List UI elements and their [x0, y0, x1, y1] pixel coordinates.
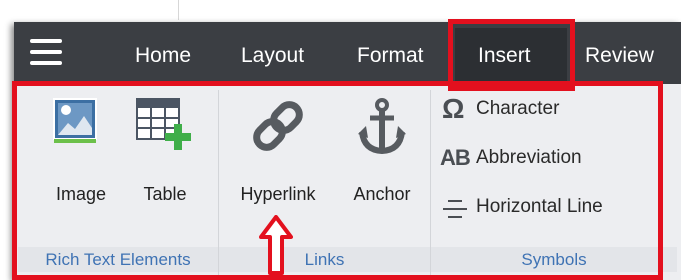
group-label-symbols: Symbols	[521, 250, 587, 269]
anchor-label: Anchor	[353, 184, 411, 204]
image-button[interactable]: Image	[48, 98, 114, 208]
link-icon	[253, 101, 303, 151]
divider	[178, 0, 179, 20]
group-label-links: Links	[304, 250, 345, 269]
horizontal-line-icon	[443, 200, 467, 218]
top-strip	[0, 0, 681, 22]
tab-bar: Home Layout Format Insert Review	[14, 22, 681, 84]
tab-format[interactable]: Format	[357, 42, 424, 70]
omega-icon: Ω	[442, 93, 465, 124]
character-button[interactable]: Ω Character	[440, 93, 640, 124]
hamburger-menu-icon[interactable]	[30, 39, 62, 65]
group-divider	[430, 90, 431, 276]
tab-review[interactable]: Review	[585, 42, 654, 70]
table-button[interactable]: Table	[132, 98, 198, 208]
group-divider	[218, 90, 219, 276]
up-arrow-annotation	[259, 215, 293, 275]
ribbon: Image Table Rich Text Elements Hyperlink…	[14, 84, 681, 280]
tab-layout[interactable]: Layout	[241, 42, 304, 70]
tab-home[interactable]: Home	[135, 42, 191, 70]
hyperlink-button[interactable]: Hyperlink	[228, 98, 328, 208]
image-label: Image	[55, 184, 107, 204]
abbreviation-label: Abbreviation	[476, 147, 582, 168]
table-label: Table	[143, 184, 187, 204]
hyperlink-label: Hyperlink	[240, 184, 316, 204]
image-icon	[53, 98, 97, 143]
anchor-icon	[358, 98, 406, 155]
horizontal-line-button[interactable]: Horizontal Line	[440, 194, 650, 222]
abbreviation-icon: AB	[440, 145, 471, 170]
table-add-icon	[136, 98, 191, 150]
group-label-rich-text: Rich Text Elements	[45, 250, 191, 269]
horizontal-line-label: Horizontal Line	[476, 196, 603, 217]
tab-insert[interactable]: Insert	[478, 42, 531, 70]
editor-window: Home Layout Format Insert Review Image T…	[14, 22, 681, 280]
anchor-button[interactable]: Anchor	[342, 98, 422, 208]
character-label: Character	[476, 98, 560, 119]
abbreviation-button[interactable]: AB Abbreviation	[440, 145, 640, 173]
